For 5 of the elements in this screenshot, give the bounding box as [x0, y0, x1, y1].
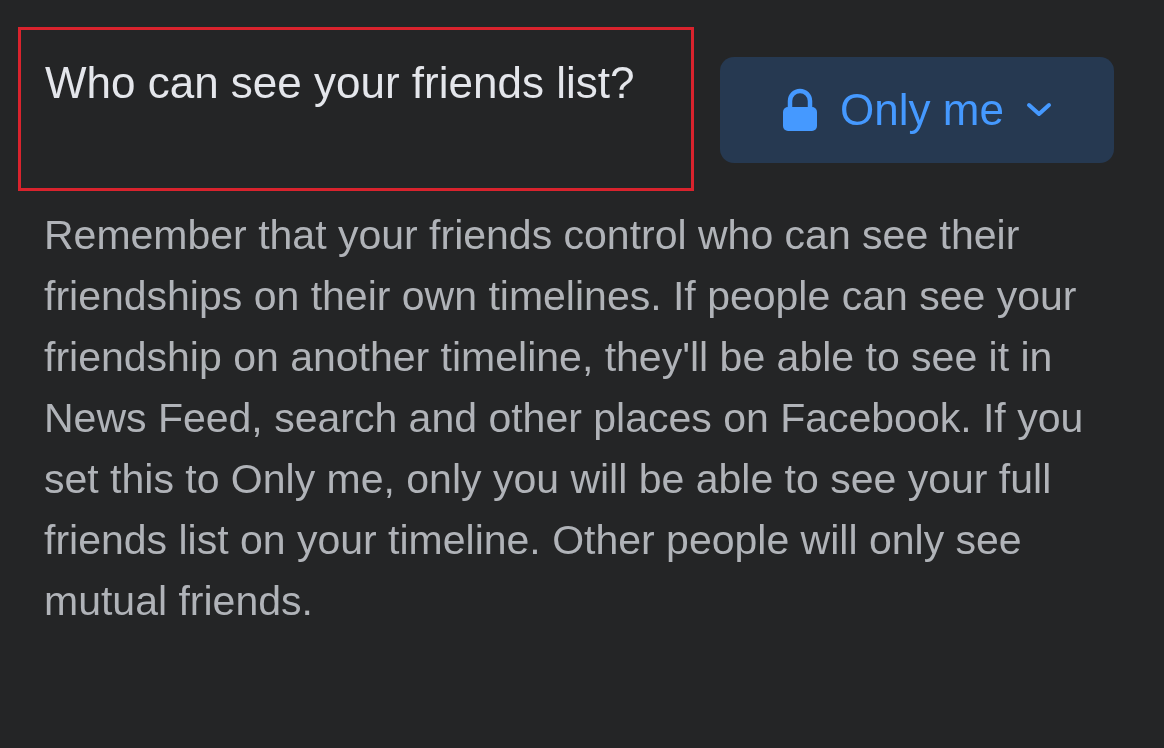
audience-dropdown[interactable]: Only me [720, 57, 1114, 163]
question-heading: Who can see your friends list? [45, 57, 636, 109]
lock-icon [782, 88, 819, 132]
chevron-down-icon [1025, 102, 1052, 118]
description-text: Remember that your friends control who can see their friendships on their own timelines. If people can see your friendship on another timeline, they'll be able to see it in News Feed, search and other places on Facebook. If you set this to Only me, only you will be able to see your full friends list on your timeline. Other people will only see mutual friends. [44, 211, 1085, 626]
